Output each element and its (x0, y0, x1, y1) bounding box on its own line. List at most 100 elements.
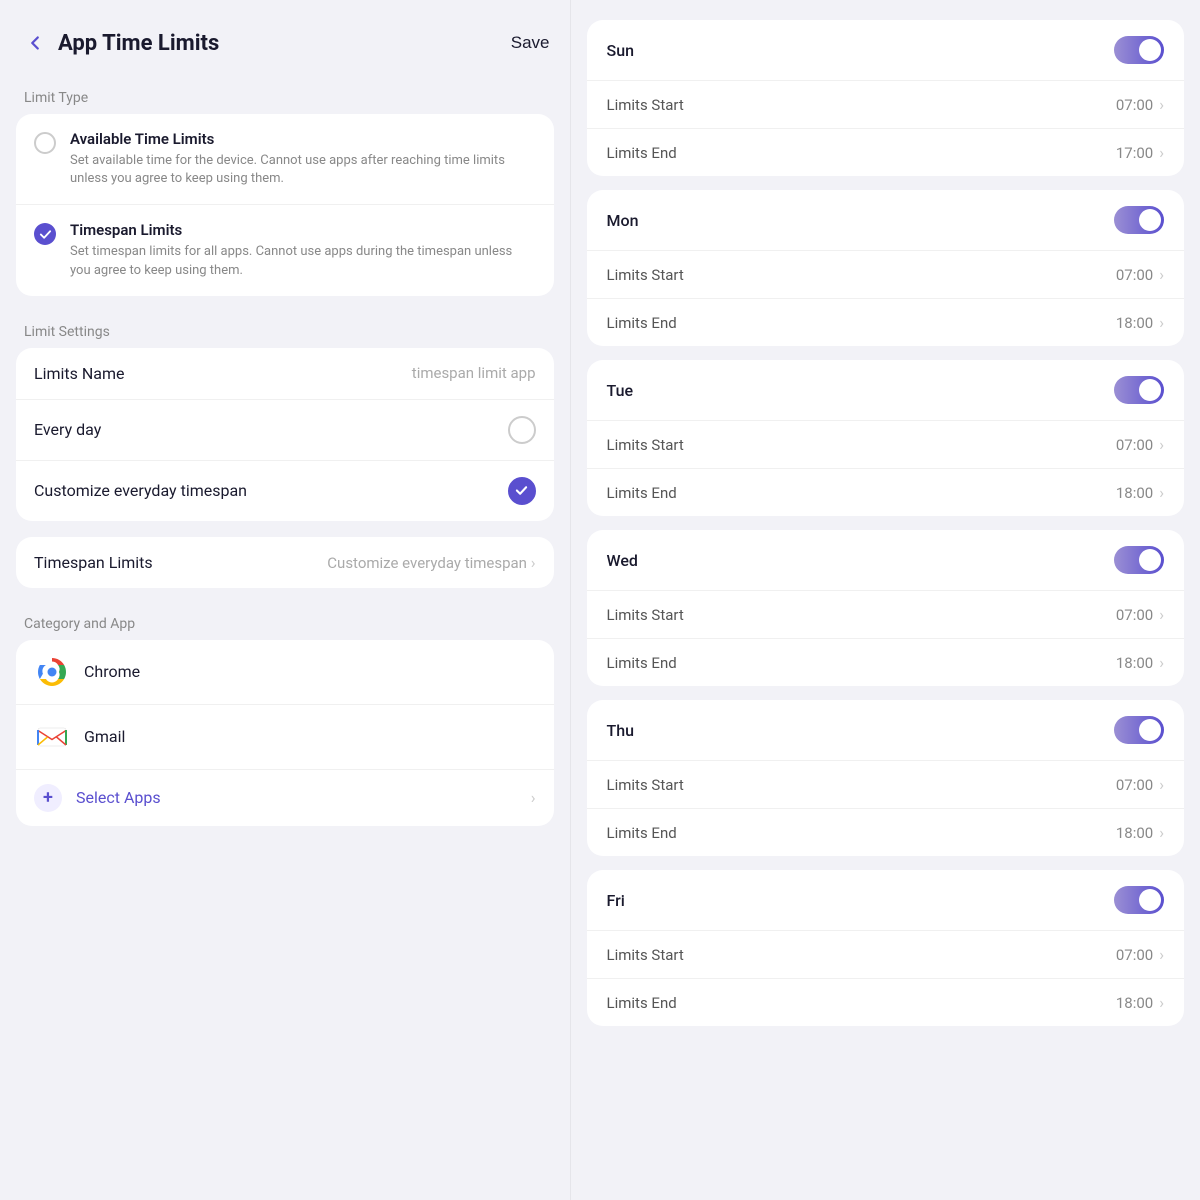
timespan-title: Timespan Limits (70, 221, 536, 239)
limits-start-label-fri: Limits Start (607, 946, 684, 964)
limits-end-row-wed[interactable]: Limits End 18:00 › (587, 638, 1184, 686)
app-row-gmail[interactable]: Gmail (16, 704, 554, 769)
day-toggle-fri[interactable] (1114, 886, 1164, 914)
customize-row[interactable]: Customize everyday timespan (16, 460, 554, 521)
day-card-tue: Tue Limits Start 07:00 › Limits End 18:0… (587, 360, 1184, 516)
timespan-limits-row[interactable]: Timespan Limits Customize everyday times… (16, 537, 554, 588)
available-desc: Set available time for the device. Canno… (70, 152, 536, 188)
customize-toggle[interactable] (508, 477, 536, 505)
gmail-app-name: Gmail (84, 727, 125, 746)
plus-icon: + (34, 784, 62, 812)
page-title: App Time Limits (58, 31, 511, 56)
every-day-label: Every day (34, 420, 101, 439)
limits-start-label-mon: Limits Start (607, 266, 684, 284)
limits-start-label-sun: Limits Start (607, 96, 684, 114)
day-card-fri: Fri Limits Start 07:00 › Limits End 18:0… (587, 870, 1184, 1026)
day-card-thu: Thu Limits Start 07:00 › Limits End 18:0… (587, 700, 1184, 856)
select-apps-label: Select Apps (76, 788, 531, 807)
limits-name-row[interactable]: Limits Name timespan limit app (16, 348, 554, 399)
limits-start-value-thu: 07:00 › (1116, 775, 1164, 794)
limits-start-row-tue[interactable]: Limits Start 07:00 › (587, 420, 1184, 468)
timespan-chevron: › (531, 553, 536, 572)
day-card-wed: Wed Limits Start 07:00 › Limits End 18:0… (587, 530, 1184, 686)
limits-start-label-wed: Limits Start (607, 606, 684, 624)
day-name-tue: Tue (607, 381, 634, 400)
customize-label: Customize everyday timespan (34, 481, 247, 500)
every-day-row[interactable]: Every day (16, 399, 554, 460)
limits-start-row-fri[interactable]: Limits Start 07:00 › (587, 930, 1184, 978)
limits-end-row-tue[interactable]: Limits End 18:00 › (587, 468, 1184, 516)
day-card-sun: Sun Limits Start 07:00 › Limits End 17:0… (587, 20, 1184, 176)
limit-settings-section-label: Limit Settings (0, 312, 570, 348)
limits-end-row-mon[interactable]: Limits End 18:00 › (587, 298, 1184, 346)
category-card: Chrome Gmail (16, 640, 554, 826)
limits-end-label-mon: Limits End (607, 314, 677, 332)
limits-start-row-wed[interactable]: Limits Start 07:00 › (587, 590, 1184, 638)
day-name-thu: Thu (607, 721, 635, 740)
limits-end-row-sun[interactable]: Limits End 17:00 › (587, 128, 1184, 176)
header: App Time Limits Save (0, 0, 570, 78)
limits-start-row-mon[interactable]: Limits Start 07:00 › (587, 250, 1184, 298)
day-toggle-thu[interactable] (1114, 716, 1164, 744)
left-panel: App Time Limits Save Limit Type Availabl… (0, 0, 570, 1200)
limits-start-label-thu: Limits Start (607, 776, 684, 794)
limits-end-value-thu: 18:00 › (1116, 823, 1164, 842)
day-header-thu: Thu (587, 700, 1184, 760)
day-header-wed: Wed (587, 530, 1184, 590)
limits-start-value-fri: 07:00 › (1116, 945, 1164, 964)
available-radio[interactable] (34, 132, 56, 154)
right-panel: Sun Limits Start 07:00 › Limits End 17:0… (571, 0, 1200, 1200)
limits-start-value-sun: 07:00 › (1116, 95, 1164, 114)
timespan-limits-row-card: Timespan Limits Customize everyday times… (16, 537, 554, 588)
limits-start-value-mon: 07:00 › (1116, 265, 1164, 284)
timespan-limits-option[interactable]: Timespan Limits Set timespan limits for … (16, 204, 554, 295)
every-day-toggle[interactable] (508, 416, 536, 444)
limits-start-row-thu[interactable]: Limits Start 07:00 › (587, 760, 1184, 808)
day-toggle-mon[interactable] (1114, 206, 1164, 234)
limit-type-section-label: Limit Type (0, 78, 570, 114)
day-name-mon: Mon (607, 211, 639, 230)
day-header-tue: Tue (587, 360, 1184, 420)
save-button[interactable]: Save (511, 33, 550, 53)
limits-end-value-fri: 18:00 › (1116, 993, 1164, 1012)
day-name-fri: Fri (607, 891, 625, 910)
limits-end-value-tue: 18:00 › (1116, 483, 1164, 502)
category-section-label: Category and App (0, 604, 570, 640)
chrome-app-name: Chrome (84, 662, 140, 681)
timespan-checkmark (34, 223, 56, 245)
day-toggle-wed[interactable] (1114, 546, 1164, 574)
limits-name-value: timespan limit app (412, 364, 536, 382)
app-row-chrome[interactable]: Chrome (16, 640, 554, 704)
limits-end-label-tue: Limits End (607, 484, 677, 502)
limits-end-label-thu: Limits End (607, 824, 677, 842)
day-name-wed: Wed (607, 551, 638, 570)
select-apps-row[interactable]: + Select Apps › (16, 769, 554, 826)
day-header-mon: Mon (587, 190, 1184, 250)
limit-type-card: Available Time Limits Set available time… (16, 114, 554, 296)
limits-start-row-sun[interactable]: Limits Start 07:00 › (587, 80, 1184, 128)
available-title: Available Time Limits (70, 130, 536, 148)
limit-settings-card: Limits Name timespan limit app Every day… (16, 348, 554, 521)
limits-end-label-sun: Limits End (607, 144, 677, 162)
limits-start-label-tue: Limits Start (607, 436, 684, 454)
limits-end-value-mon: 18:00 › (1116, 313, 1164, 332)
back-button[interactable] (20, 28, 50, 58)
day-toggle-tue[interactable] (1114, 376, 1164, 404)
gmail-icon (34, 719, 70, 755)
timespan-desc: Set timespan limits for all apps. Cannot… (70, 243, 536, 279)
day-toggle-sun[interactable] (1114, 36, 1164, 64)
limits-end-label-fri: Limits End (607, 994, 677, 1012)
timespan-limits-value: Customize everyday timespan › (327, 553, 535, 572)
limits-end-value-wed: 18:00 › (1116, 653, 1164, 672)
day-name-sun: Sun (607, 41, 635, 60)
day-card-mon: Mon Limits Start 07:00 › Limits End 18:0… (587, 190, 1184, 346)
chrome-icon (34, 654, 70, 690)
day-header-fri: Fri (587, 870, 1184, 930)
available-time-limits-option[interactable]: Available Time Limits Set available time… (16, 114, 554, 204)
timespan-limits-label: Timespan Limits (34, 553, 153, 572)
limits-end-row-fri[interactable]: Limits End 18:00 › (587, 978, 1184, 1026)
limits-end-row-thu[interactable]: Limits End 18:00 › (587, 808, 1184, 856)
day-header-sun: Sun (587, 20, 1184, 80)
limits-name-label: Limits Name (34, 364, 125, 383)
limits-end-value-sun: 17:00 › (1116, 143, 1164, 162)
